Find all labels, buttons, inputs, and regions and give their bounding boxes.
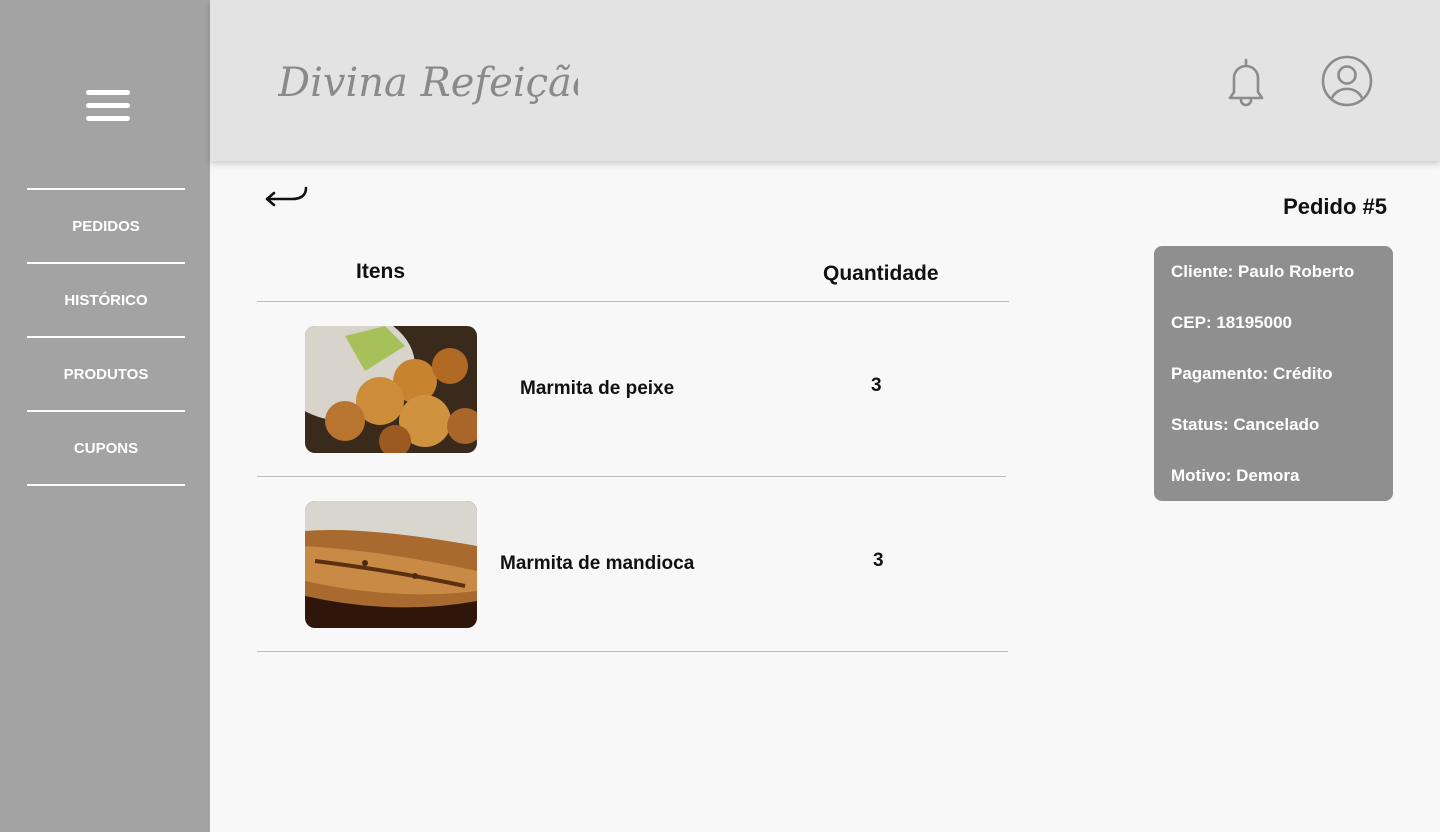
notification-bell-icon[interactable] <box>1224 56 1268 108</box>
cancel-reason: Motivo: Demora <box>1171 466 1300 485</box>
sidebar: PEDIDOS HISTÓRICO PRODUTOS CUPONS <box>0 0 210 832</box>
header: Divina Refeição <box>210 0 1440 161</box>
item-quantity: 3 <box>871 375 882 396</box>
sidebar-item-cupons[interactable]: CUPONS <box>27 410 185 484</box>
order-info-card: Cliente: Paulo Roberto CEP: 18195000 Pag… <box>1154 246 1393 501</box>
column-header-quantity: Quantidade <box>823 262 939 285</box>
column-header-items: Itens <box>356 260 406 283</box>
item-name: Marmita de mandioca <box>500 553 695 574</box>
user-profile-icon[interactable] <box>1320 54 1374 108</box>
sidebar-nav: PEDIDOS HISTÓRICO PRODUTOS CUPONS <box>27 188 185 486</box>
sidebar-item-historico[interactable]: HISTÓRICO <box>27 262 185 336</box>
product-image-cassava[interactable] <box>305 501 477 628</box>
sidebar-divider <box>27 484 185 486</box>
logo-text: Divina Refeição <box>278 60 578 106</box>
table-divider <box>257 301 1009 302</box>
item-name: Marmita de peixe <box>520 378 675 399</box>
back-arrow-icon[interactable] <box>262 182 312 212</box>
order-status: Status: Cancelado <box>1171 415 1320 434</box>
order-title: Pedido #5 <box>1283 194 1387 219</box>
payment-method: Pagamento: Crédito <box>1171 364 1333 383</box>
customer-cep: CEP: 18195000 <box>1171 313 1292 332</box>
customer-name: Cliente: Paulo Roberto <box>1171 262 1355 281</box>
item-quantity: 3 <box>873 550 884 571</box>
sidebar-item-pedidos[interactable]: PEDIDOS <box>27 188 185 262</box>
row-divider <box>257 476 1006 477</box>
hamburger-menu-icon[interactable] <box>84 88 132 124</box>
brand-logo[interactable]: Divina Refeição <box>278 50 578 120</box>
row-divider <box>257 651 1008 652</box>
sidebar-item-produtos[interactable]: PRODUTOS <box>27 336 185 410</box>
product-image-fish[interactable] <box>305 326 477 453</box>
